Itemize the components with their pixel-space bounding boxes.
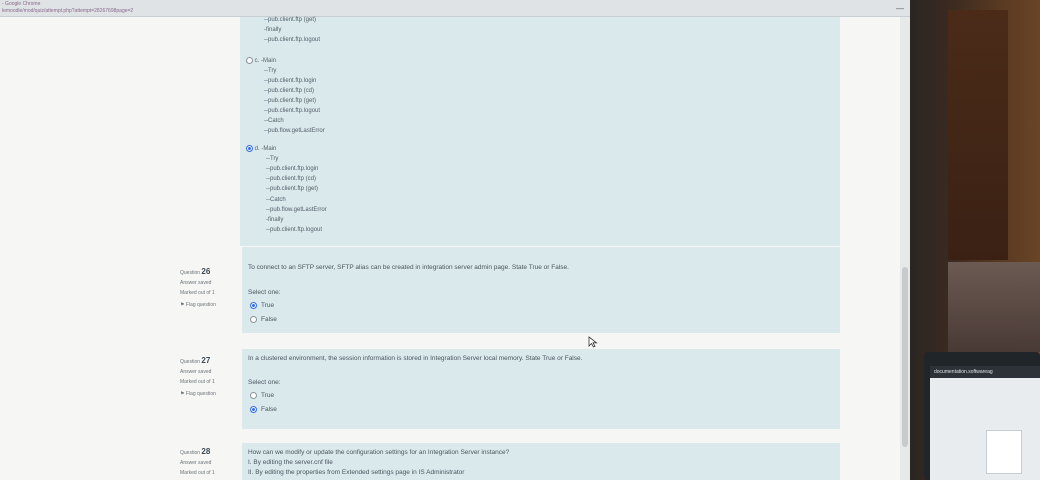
code-line: --Catch xyxy=(266,197,286,203)
false-radio[interactable] xyxy=(250,316,257,323)
window-title: - Google Chrome xyxy=(2,1,41,7)
statement-line: I. By editing the server.cnf file xyxy=(248,459,333,466)
question-number: Question 28 xyxy=(180,447,211,456)
code-line: --pub.flow.getLastError xyxy=(264,128,325,134)
code-line: --pub.client.ftp.login xyxy=(266,166,319,172)
code-line: --pub.client.ftp (get) xyxy=(264,98,317,104)
previous-question-options: --pub.client.ftp (get) -finally --pub.cl… xyxy=(240,17,840,246)
tablet-device: documentation.softwareag xyxy=(924,352,1040,480)
flag-question-button[interactable]: ⚑ Flag question xyxy=(180,391,238,397)
option-d-label: d. -Main xyxy=(254,146,277,153)
code-line: --pub.client.ftp.logout xyxy=(264,108,321,114)
door xyxy=(948,10,1008,260)
select-one-prompt: Select one: xyxy=(248,289,281,296)
mouse-cursor-icon xyxy=(588,336,598,348)
code-line: --pub.client.ftp (get) xyxy=(264,17,317,23)
code-line: --pub.client.ftp.logout xyxy=(264,37,321,43)
option-false[interactable]: False xyxy=(250,406,277,413)
question-box-26: To connect to an SFTP server, SFTP alias… xyxy=(242,247,840,333)
question-status: Answer saved xyxy=(180,369,212,375)
option-c-label: c. -Main xyxy=(254,58,277,65)
scrollbar-thumb[interactable] xyxy=(902,267,908,447)
browser-titlebar: - Google Chrome lemoodle/mod/quiz/attemp… xyxy=(0,0,910,17)
option-true[interactable]: True xyxy=(250,302,274,309)
question-text: In a clustered environment, the session … xyxy=(248,355,583,362)
question-info-27: Question 27 Answer saved Marked out of 1… xyxy=(180,356,238,397)
true-radio[interactable] xyxy=(250,392,257,399)
question-marks: Marked out of 1 xyxy=(180,470,215,476)
code-line: --pub.client.ftp (get) xyxy=(266,186,319,192)
question-status: Answer saved xyxy=(180,460,212,466)
code-line: -finally xyxy=(264,27,282,33)
option-label: True xyxy=(261,392,275,400)
option-label: False xyxy=(261,406,277,414)
option-d-radio[interactable] xyxy=(246,145,253,152)
tablet-browser-bar: documentation.softwareag xyxy=(930,366,1040,378)
option-c-radio[interactable] xyxy=(246,57,253,64)
question-status: Answer saved xyxy=(180,280,212,286)
option-c[interactable]: c. -Main xyxy=(246,57,276,64)
code-line: --Try xyxy=(264,68,277,74)
statement-line: II. By editing the properties from Exten… xyxy=(248,469,465,476)
true-radio[interactable] xyxy=(250,302,257,309)
question-marks: Marked out of 1 xyxy=(180,290,215,296)
option-false[interactable]: False xyxy=(250,316,277,323)
question-marks: Marked out of 1 xyxy=(180,379,215,385)
code-line: --pub.client.ftp (cd) xyxy=(266,176,317,182)
question-box-28: How can we modify or update the configur… xyxy=(242,443,840,480)
false-radio[interactable] xyxy=(250,406,257,413)
code-line: --Catch xyxy=(264,118,284,124)
question-text: How can we modify or update the configur… xyxy=(248,449,510,456)
flag-label: Flag question xyxy=(185,302,216,308)
flag-label: Flag question xyxy=(185,391,216,397)
question-info-28: Question 28 Answer saved Marked out of 1 xyxy=(180,447,238,476)
code-line: --pub.client.ftp.logout xyxy=(266,227,323,233)
flag-icon: ⚑ xyxy=(180,302,185,308)
question-number: Question 27 xyxy=(180,356,211,365)
select-one-prompt: Select one: xyxy=(248,379,281,386)
code-line: --pub.flow.getLastError xyxy=(266,207,327,213)
option-d[interactable]: d. -Main xyxy=(246,145,276,152)
option-label: True xyxy=(261,302,275,310)
question-text: To connect to an SFTP server, SFTP alias… xyxy=(248,264,569,271)
option-true[interactable]: True xyxy=(250,392,274,399)
question-box-27: In a clustered environment, the session … xyxy=(242,349,840,429)
code-line: --pub.client.ftp (cd) xyxy=(264,88,315,94)
code-line: --Try xyxy=(266,156,279,162)
minimize-icon[interactable]: — xyxy=(896,4,904,13)
document-thumbnail xyxy=(986,430,1022,474)
bed xyxy=(948,262,1040,352)
question-number: Question 26 xyxy=(180,267,211,276)
flag-question-button[interactable]: ⚑ Flag question xyxy=(180,302,238,308)
code-line: -finally xyxy=(266,217,284,223)
tablet-screen xyxy=(930,378,1040,480)
flag-icon: ⚑ xyxy=(180,391,185,397)
question-info-26: Question 26 Answer saved Marked out of 1… xyxy=(180,267,238,308)
code-line: --pub.client.ftp.login xyxy=(264,78,317,84)
page-scrollbar[interactable] xyxy=(900,17,910,480)
option-label: False xyxy=(261,316,277,324)
quiz-page: --pub.client.ftp (get) -finally --pub.cl… xyxy=(0,17,900,480)
address-bar[interactable]: lemoodle/mod/quiz/attempt.php?attempt=28… xyxy=(2,8,133,14)
